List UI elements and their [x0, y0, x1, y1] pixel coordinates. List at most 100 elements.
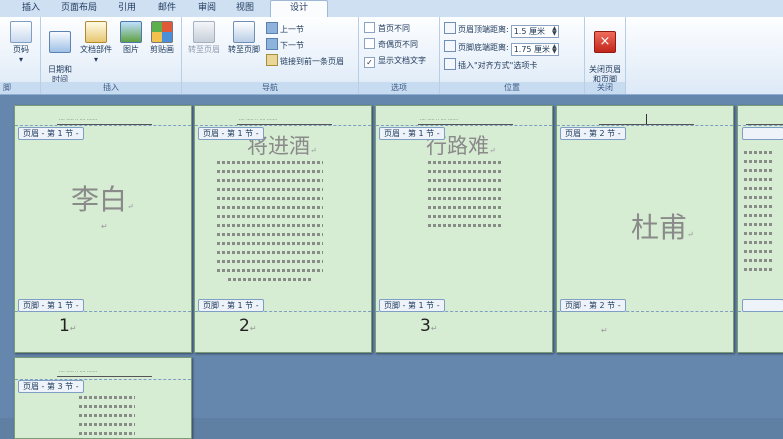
page-number[interactable]: 3↵ [420, 316, 438, 336]
dropdown-arrow-icon: ▾ [18, 55, 23, 64]
tab-view[interactable]: 视图 [228, 1, 262, 16]
checkbox-box [364, 22, 375, 33]
header-distance-spinner[interactable]: 1.5 厘米 ▲ ▼ [510, 25, 559, 38]
group-close: × 关闭页眉 和页脚 关闭 [585, 17, 626, 94]
footer-distance-value: 1.75 厘米 [513, 45, 551, 54]
alignment-tab-icon [444, 58, 456, 70]
tab-review[interactable]: 审阅 [190, 1, 224, 16]
page-number-icon [10, 21, 32, 43]
page-4: 页眉 - 第 2 节 - 杜甫↵ 页脚 - 第 2 节 - ↵ [556, 105, 734, 353]
next-section-button[interactable]: 下一节 [266, 38, 304, 51]
calendar-icon [49, 31, 71, 53]
show-document-text-checkbox[interactable]: ✓ 显示文档文字 [364, 54, 426, 68]
page-6: ···· ····· ·· ···· ······· 页眉 - 第 3 节 - [14, 357, 192, 439]
group-options: 首页不同 奇偶页不同 ✓ 显示文档文字 选项 [359, 17, 440, 94]
different-first-page-label: 首页不同 [378, 24, 410, 33]
header-boundary [738, 125, 783, 126]
group-label-navigation: 导航 [182, 82, 358, 94]
tab-design[interactable]: 设计 [270, 0, 328, 18]
footer-distance-icon [444, 40, 456, 52]
goto-header-label: 转至页眉 [188, 45, 220, 54]
footer-tag: 页脚 - 第 1 节 - [379, 299, 445, 312]
picture-button[interactable]: 图片 [119, 21, 143, 55]
page-number-label: 页码 [13, 45, 29, 54]
page-number[interactable]: 1↵ [59, 316, 77, 336]
header-distance-field: 页眉顶端距离: 1.5 厘米 ▲ ▼ [444, 22, 559, 38]
quick-parts-label: 文档部件 [80, 45, 112, 54]
picture-label: 图片 [123, 45, 139, 54]
previous-section-button[interactable]: 上一节 [266, 22, 304, 35]
previous-section-label: 上一节 [280, 25, 304, 34]
footer-distance-spinner[interactable]: 1.75 厘米 ▲ ▼ [510, 43, 559, 56]
goto-header-button[interactable]: 转至页眉 [185, 21, 223, 55]
document-area: ···· ····· ·· ···· ······· 页眉 - 第 1 节 - … [0, 95, 783, 439]
next-section-label: 下一节 [280, 41, 304, 50]
header-tag: 页眉 - 第 1 节 - [18, 127, 84, 140]
page-1: ···· ····· ·· ···· ······· 页眉 - 第 1 节 - … [14, 105, 192, 353]
footer-tag: 页脚 - 第 2 节 - [560, 299, 626, 312]
different-odd-even-checkbox[interactable]: 奇偶页不同 [364, 38, 418, 51]
clip-art-label: 剪贴画 [150, 45, 174, 54]
previous-section-icon [266, 22, 278, 34]
group-label-options: 选项 [359, 82, 439, 94]
header-tag [742, 127, 783, 140]
goto-footer-icon [233, 21, 255, 43]
quick-parts-button[interactable]: 文档部件 ▾ [77, 21, 115, 65]
group-navigation: 转至页眉 转至页脚 上一节 下一节 链接到前一条页眉 导航 [182, 17, 359, 94]
footer-tag: 页脚 - 第 1 节 - [18, 299, 84, 312]
checkbox-box [364, 38, 375, 49]
tab-insert[interactable]: 插入 [14, 1, 48, 16]
header-distance-label: 页眉顶端距离: [458, 25, 509, 34]
clip-art-button[interactable]: 剪贴画 [147, 21, 177, 55]
clip-art-icon [151, 21, 173, 43]
header-boundary [557, 125, 733, 126]
page-2: ···· ····· ·· ···· ······· 将进酒↵ 页眉 - 第 1… [194, 105, 372, 353]
quick-parts-icon [85, 21, 107, 43]
group-position: 页眉顶端距离: 1.5 厘米 ▲ ▼ 页脚底端距离: 1.75 厘米 ▲ ▼ 插入"对齐方式… [440, 17, 585, 94]
group-label-insert: 插入 [41, 82, 181, 94]
page-3: ···· ····· ·· ···· ······· 行路难↵ 页眉 - 第 1… [375, 105, 553, 353]
link-to-previous-label: 链接到前一条页眉 [280, 57, 344, 66]
different-odd-even-label: 奇偶页不同 [378, 40, 418, 49]
footer-distance-label: 页脚底端距离: [458, 43, 509, 52]
header-tag: 页眉 - 第 1 节 - [198, 127, 264, 140]
paragraph-mark: ↵ [601, 326, 608, 335]
header-text: ···· ····· ·· ···· ······· [420, 117, 459, 122]
insert-alignment-tab-button[interactable]: 插入"对齐方式"选项卡 [444, 58, 537, 71]
goto-footer-button[interactable]: 转至页脚 [225, 21, 263, 55]
paragraph-mark: ↵ [101, 222, 108, 231]
page-5-partial [737, 105, 783, 353]
header-tag: 页眉 - 第 3 节 - [18, 380, 84, 393]
group-header-footer-partial: 页码 ▾ 脚 [0, 17, 41, 94]
tab-page-layout[interactable]: 页面布局 [56, 1, 102, 16]
text-cursor [646, 114, 647, 124]
goto-footer-label: 转至页脚 [228, 45, 260, 54]
goto-header-icon [193, 21, 215, 43]
header-text: ···· ····· ·· ···· ······· [59, 369, 98, 374]
group-label-header-footer: 脚 [0, 82, 40, 94]
checkmark-icon: ✓ [364, 57, 375, 68]
spinner-arrows-icon[interactable]: ▲ ▼ [552, 44, 557, 55]
group-label-close: 关闭 [585, 82, 625, 94]
dropdown-arrow-icon: ▾ [93, 55, 98, 64]
page-number-button[interactable]: 页码 ▾ [8, 21, 34, 65]
link-to-previous-button[interactable]: 链接到前一条页眉 [266, 54, 344, 67]
different-first-page-checkbox[interactable]: 首页不同 [364, 22, 410, 35]
header-boundary [195, 125, 371, 126]
ribbon-tab-bar: 插入 页面布局 引用 邮件 审阅 视图 设计 [0, 0, 783, 18]
spinner-arrows-icon[interactable]: ▲ ▼ [552, 26, 557, 37]
page-title[interactable]: 杜甫↵ [631, 206, 694, 246]
page-number[interactable]: 2↵ [239, 316, 257, 336]
tab-references[interactable]: 引用 [110, 1, 144, 16]
close-icon: × [594, 31, 616, 53]
tab-mailings[interactable]: 邮件 [150, 1, 184, 16]
picture-icon [120, 21, 142, 43]
ribbon: 页码 ▾ 脚 日期和 时间 文档部件 ▾ 图片 剪贴画 插入 转至页眉 转至页脚… [0, 17, 783, 95]
header-tag: 页眉 - 第 1 节 - [379, 127, 445, 140]
next-section-icon [266, 38, 278, 50]
header-tag: 页眉 - 第 2 节 - [560, 127, 626, 140]
link-to-previous-icon [266, 54, 278, 66]
footer-distance-field: 页脚底端距离: 1.75 厘米 ▲ ▼ [444, 40, 559, 56]
insert-alignment-tab-label: 插入"对齐方式"选项卡 [458, 61, 538, 70]
page-title[interactable]: 李白↵ [71, 178, 134, 218]
